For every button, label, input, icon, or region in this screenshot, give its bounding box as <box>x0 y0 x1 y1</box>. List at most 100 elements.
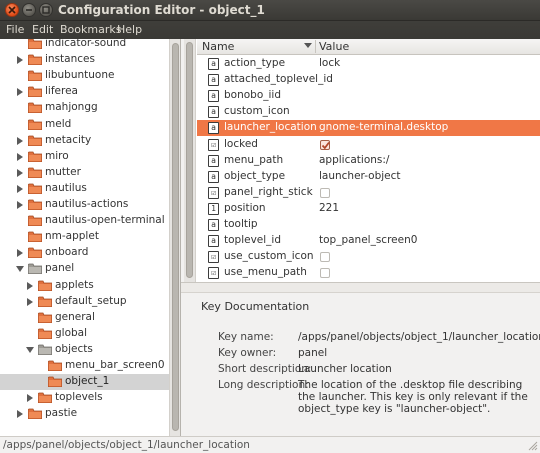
tree-item[interactable]: pastie <box>0 406 169 422</box>
key-row[interactable]: a object_type launcher-object <box>197 169 540 185</box>
tree-item[interactable]: meld <box>0 117 169 133</box>
tree-item[interactable]: nautilus-open-terminal <box>0 213 169 229</box>
tree-item[interactable]: objects <box>0 342 169 358</box>
key-name: toplevel_id <box>224 234 282 247</box>
key-row[interactable]: ☑ locked <box>197 137 540 153</box>
menu-edit[interactable]: Edit <box>32 23 53 36</box>
menu-bookmarks[interactable]: Bookmarks <box>60 23 121 36</box>
key-list-header: Name Value <box>197 39 540 55</box>
tree-item[interactable]: onboard <box>0 245 169 261</box>
tree-scrollbar[interactable] <box>169 39 180 436</box>
key-value[interactable]: lock <box>319 57 340 69</box>
collapsed-arrow-icon[interactable] <box>16 136 24 145</box>
tree-item-label: miro <box>45 149 69 162</box>
tree-item[interactable]: instances <box>0 52 169 68</box>
tree-item[interactable]: liferea <box>0 84 169 100</box>
key-value[interactable]: 221 <box>319 202 339 214</box>
collapsed-arrow-icon[interactable] <box>16 88 24 97</box>
string-type-icon: a <box>208 74 219 87</box>
folder-icon <box>28 119 42 130</box>
resize-grip-icon[interactable] <box>527 440 538 451</box>
expanded-arrow-icon[interactable] <box>16 265 24 273</box>
tree-item[interactable]: global <box>0 326 169 342</box>
tree-item[interactable]: nautilus-actions <box>0 197 169 213</box>
collapsed-arrow-icon[interactable] <box>16 168 24 177</box>
collapsed-arrow-icon[interactable] <box>16 152 24 161</box>
tree-item[interactable]: nm-applet <box>0 229 169 245</box>
key-row[interactable]: a bonobo_iid <box>197 88 540 104</box>
key-row[interactable]: a custom_icon <box>197 104 540 120</box>
title-bar: Configuration Editor - object_1 <box>0 0 540 21</box>
key-value-checkbox[interactable] <box>320 187 330 198</box>
menu-file[interactable]: File <box>6 23 24 36</box>
key-value[interactable]: top_panel_screen0 <box>319 234 417 246</box>
bool-type-icon: ☑ <box>208 186 219 199</box>
tree-item[interactable]: default_setup <box>0 294 169 310</box>
key-row[interactable]: a attached_toplevel_id <box>197 72 540 88</box>
key-row[interactable]: a tooltip <box>197 217 540 233</box>
string-type-icon: a <box>208 106 219 119</box>
menu-help[interactable]: Help <box>117 23 142 36</box>
key-value[interactable]: gnome-terminal.desktop <box>319 121 448 133</box>
tree-item-label: global <box>55 326 88 339</box>
key-name: locked <box>224 137 258 150</box>
key-row[interactable]: ☑ panel_right_stick <box>197 185 540 201</box>
collapsed-arrow-icon[interactable] <box>16 201 24 209</box>
collapsed-arrow-icon[interactable] <box>16 184 24 193</box>
tree-item[interactable]: panel <box>0 261 169 277</box>
tree-item[interactable]: menu_bar_screen0 <box>0 358 169 374</box>
directory-tree[interactable]: indicator-sound instances libubuntuone life… <box>0 39 181 436</box>
collapsed-arrow-icon[interactable] <box>26 297 34 306</box>
key-list[interactable]: Name Value a action_type lock a attached_top… <box>184 39 540 282</box>
tree-item[interactable]: nautilus <box>0 181 169 197</box>
collapsed-arrow-icon[interactable] <box>16 249 24 258</box>
key-row[interactable]: a launcher_location gnome-terminal.desktop <box>197 120 540 137</box>
collapsed-arrow-icon[interactable] <box>16 410 24 419</box>
tree-item[interactable]: object_1 <box>0 374 169 391</box>
folder-icon <box>28 54 42 66</box>
collapsed-arrow-icon[interactable] <box>26 281 34 290</box>
tree-item[interactable]: libubuntuone <box>0 68 169 84</box>
key-row[interactable]: ☑ use_custom_icon <box>197 249 540 265</box>
tree-item-label: objects <box>55 342 93 355</box>
key-row[interactable]: a toplevel_id top_panel_screen0 <box>197 233 540 249</box>
column-header-name[interactable]: Name <box>202 40 234 53</box>
tree-scrollbar-thumb[interactable] <box>172 43 179 431</box>
collapsed-arrow-icon[interactable] <box>16 56 24 65</box>
maximize-window-button[interactable] <box>39 3 53 17</box>
tree-item[interactable]: applets <box>0 278 169 294</box>
key-row[interactable]: a menu_path applications:/ <box>197 153 540 169</box>
tree-item[interactable]: mahjongg <box>0 100 169 116</box>
tree-item-label: default_setup <box>55 294 127 307</box>
key-value-checkbox[interactable] <box>320 268 330 279</box>
key-value-checkbox[interactable] <box>320 139 330 150</box>
tree-item[interactable]: mutter <box>0 165 169 181</box>
column-header-value[interactable]: Value <box>319 40 349 53</box>
minimize-window-button[interactable] <box>22 3 36 17</box>
key-name: use_custom_icon <box>224 250 314 263</box>
collapsed-arrow-icon[interactable] <box>26 394 34 403</box>
key-list-scrollbar-thumb[interactable] <box>186 42 193 278</box>
expanded-arrow-icon[interactable] <box>26 346 34 354</box>
key-row[interactable]: ☑ use_menu_path <box>197 265 540 281</box>
close-window-button[interactable] <box>5 3 19 17</box>
pane-divider[interactable] <box>181 282 540 293</box>
key-owner-value: panel <box>298 347 328 359</box>
folder-icon <box>28 215 42 227</box>
long-description-label: Long description: <box>218 379 309 391</box>
key-row[interactable]: a action_type lock <box>197 56 540 72</box>
key-value[interactable]: applications:/ <box>319 154 389 166</box>
tree-item[interactable]: miro <box>0 149 169 165</box>
column-separator[interactable] <box>315 40 316 53</box>
key-value[interactable]: launcher-object <box>319 170 401 182</box>
key-value-checkbox[interactable] <box>320 252 330 263</box>
folder-icon <box>28 183 42 194</box>
key-list-scrollbar[interactable] <box>184 39 196 282</box>
tree-item[interactable]: toplevels <box>0 390 169 406</box>
key-name-value: /apps/panel/objects/object_1/launcher_lo… <box>298 331 540 343</box>
key-row[interactable]: 1 position 221 <box>197 201 540 217</box>
tree-item[interactable]: indicator-sound <box>0 39 169 52</box>
tree-item[interactable]: metacity <box>0 133 169 149</box>
folder-icon <box>28 247 42 259</box>
tree-item[interactable]: general <box>0 310 169 326</box>
